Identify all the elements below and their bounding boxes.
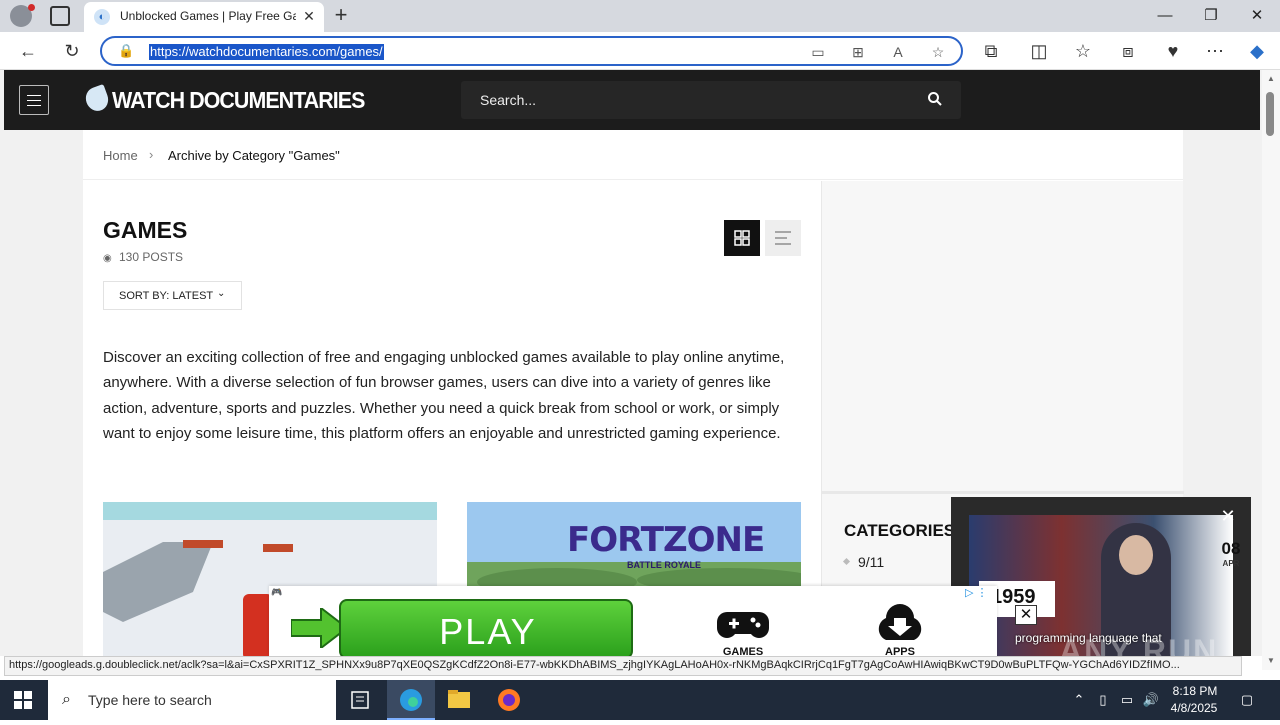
task-view-icon[interactable] [336,680,384,720]
favorites-icon[interactable]: ☆ [1070,39,1096,63]
network-icon[interactable]: ▭ [1118,691,1136,709]
categories-heading: CATEGORIES [844,521,956,540]
list-icon [775,231,791,245]
lock-icon[interactable]: 🔒 [118,43,134,59]
breadcrumb-current: Archive by Category "Games" [168,148,340,163]
ad-close-button-icon[interactable]: ✕ [1015,605,1037,625]
hamburger-menu-icon[interactable] [19,85,49,115]
thumbnail-2-subtitle: BATTLE ROYALE [627,560,702,570]
gamepad-icon[interactable] [715,606,771,646]
logo-icon[interactable] [82,83,112,115]
watermark: ANY RUN [1059,633,1219,656]
taskbar-date[interactable]: 4/8/2025 [1166,701,1222,715]
bullet-icon [842,557,851,566]
list-view-button[interactable] [765,220,801,256]
site-header: WATCH DOCUMENTARIES Search... [4,70,1260,130]
search-input[interactable]: Search... [480,92,536,108]
firefox-icon[interactable] [485,680,533,720]
status-link-url: https://googleads.g.doubleclick.net/aclk… [9,659,1180,671]
play-label: PLAY [439,611,537,652]
scroll-up-icon[interactable]: ▲ [1266,74,1276,84]
edge-taskbar-icon[interactable] [387,680,435,720]
breadcrumb-separator: › [149,147,154,162]
app-available-icon[interactable]: ⊞ [848,42,868,62]
battery-icon[interactable]: ▯ [1094,691,1112,709]
ad-banner[interactable]: 🎮 PLAY GAMES APPS ▷ ⋮ [269,586,997,656]
sort-dropdown[interactable]: SORT BY: LATEST ⌄ [103,281,242,310]
sidebar-divider [822,491,1184,494]
more-menu-icon[interactable]: ⋯ [1202,39,1228,63]
page-viewport: WATCH DOCUMENTARIES Search... Home › Arc… [0,70,1262,656]
apps-label[interactable]: APPS [872,646,928,656]
video-frame: 08 APR 1959 programming language that AN… [969,515,1240,656]
device-icon[interactable]: ▭ [808,42,828,62]
taskbar-search-input[interactable]: Type here to search [88,692,212,708]
tab-title: Unblocked Games | Play Free Games [120,9,296,23]
taskbar-time[interactable]: 8:18 PM [1170,684,1220,698]
site-logo[interactable]: WATCH DOCUMENTARIES [112,87,365,114]
address-bar[interactable]: 🔒 https://watchdocumentaries.com/games/ … [100,36,963,66]
breadcrumb-home-link[interactable]: Home [103,148,138,163]
search-icon: ⌕ [62,691,71,708]
thumbnail-2-title: FORTZONE [567,520,765,560]
new-tab-icon[interactable]: + [330,4,352,28]
back-arrow-icon[interactable]: ← [15,39,41,63]
ad-gamepad-icon: 🎮 [271,587,283,597]
page-title: GAMES [103,217,188,243]
window-close-icon[interactable]: ✕ [1242,4,1272,28]
games-label[interactable]: GAMES [715,646,771,656]
url-text[interactable]: https://watchdocumentaries.com/games/ [149,44,384,60]
category-description: Discover an exciting collection of free … [103,349,785,442]
browser-tab-strip: ◐ Unblocked Games | Play Free Games ✕ + … [0,0,1280,32]
rss-icon[interactable]: ◉ [103,253,112,264]
tab-close-icon[interactable]: ✕ [300,7,318,25]
search-icon[interactable] [927,91,943,107]
windows-start-icon[interactable] [14,691,32,709]
video-month: APR [1222,559,1240,568]
read-aloud-icon[interactable]: A [888,42,908,62]
windows-taskbar: ⌕ Type here to search ⌃ ▯ ▭ 🔊 8:18 PM 4/… [0,680,1280,720]
breadcrumb: Home › Archive by Category "Games" [83,130,1183,180]
chevron-down-icon: ⌄ [217,288,226,299]
taskbar-search-box[interactable]: ⌕ Type here to search [48,680,336,720]
refresh-icon[interactable]: ↻ [59,39,85,63]
video-date-card: 08 APR [1209,539,1251,589]
grid-view-button[interactable] [724,220,760,256]
video-face-image [1119,535,1153,575]
minimize-icon[interactable]: — [1150,4,1180,28]
scroll-thumb[interactable] [1266,92,1274,136]
browser-tab[interactable]: ◐ Unblocked Games | Play Free Games ✕ [84,2,324,32]
page-scrollbar[interactable]: ▲ ▼ [1262,70,1280,670]
scroll-down-icon[interactable]: ▼ [1266,656,1276,666]
adchoices-icon[interactable]: ▷ ⋮ [965,586,995,602]
category-link[interactable]: 9/11 [858,554,884,570]
volume-icon[interactable]: 🔊 [1142,691,1160,709]
notification-icon[interactable]: ▢ [1238,691,1256,709]
tab-favicon-icon: ◐ [94,9,110,25]
performance-icon[interactable]: ♥ [1160,39,1186,63]
restore-icon[interactable]: ❐ [1196,4,1226,28]
notification-dot-icon [28,4,35,11]
favorite-star-icon[interactable]: ☆ [928,42,948,62]
status-bar: https://googleads.g.doubleclick.net/aclk… [4,656,1242,676]
file-explorer-icon[interactable] [435,680,483,720]
grid-icon [734,230,750,246]
post-count: 130 POSTS [119,250,184,264]
copilot-icon[interactable]: ◆ [1244,39,1270,63]
sort-label: SORT BY: LATEST [119,290,214,302]
browser-toolbar: ← ↻ 🔒 https://watchdocumentaries.com/gam… [0,32,1280,70]
collections-icon[interactable]: ⧈ [1115,39,1141,63]
cloud-download-icon[interactable] [872,604,928,644]
site-search-box[interactable]: Search... [461,81,961,119]
tray-chevron-up-icon[interactable]: ⌃ [1070,691,1088,709]
tab-actions-icon[interactable] [50,6,70,26]
video-day: 08 [1221,539,1241,558]
play-button[interactable]: PLAY [339,599,633,656]
extensions-icon[interactable]: ⧉ [978,39,1004,63]
video-close-icon[interactable]: ✕ [1219,507,1237,525]
split-screen-icon[interactable]: ◫ [1026,39,1052,63]
